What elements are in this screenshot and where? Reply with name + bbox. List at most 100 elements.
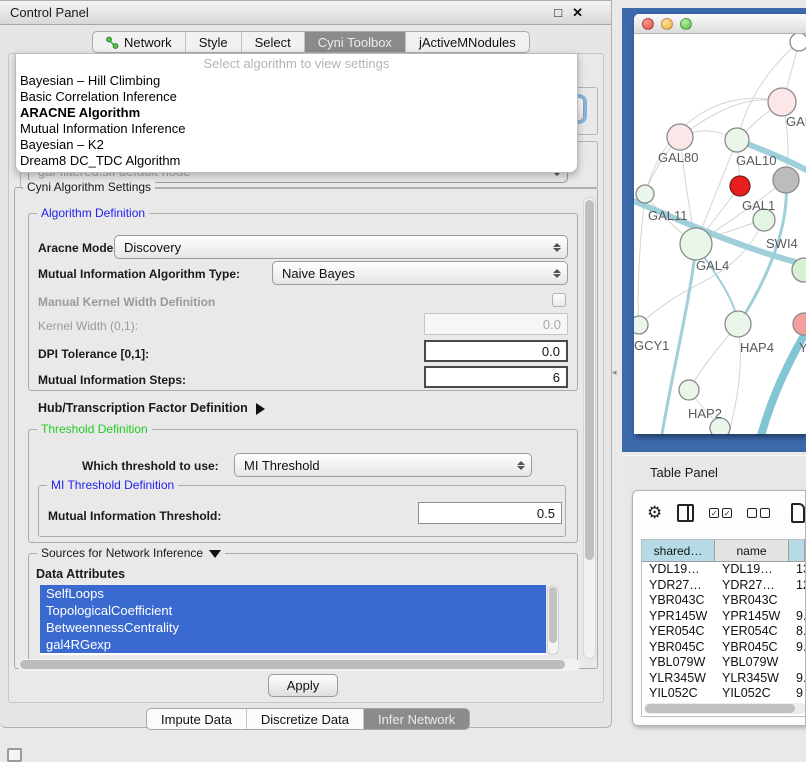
table-row[interactable]: YDR27…YDR27…12 bbox=[642, 578, 805, 594]
zoom-traffic-light-icon[interactable] bbox=[680, 18, 692, 30]
table-horizontal-scrollbar[interactable] bbox=[644, 703, 805, 714]
threshold-definition-title: Threshold Definition bbox=[37, 422, 152, 436]
minimize-traffic-light-icon[interactable] bbox=[661, 18, 673, 30]
network-canvas[interactable]: GAL GAL80 GAL10 GAL11 GAL1 SWI4 GAL4 GCY… bbox=[634, 34, 806, 434]
tab-network[interactable]: Network bbox=[93, 32, 186, 52]
dropdown-item[interactable]: Bayesian – Hill Climbing bbox=[16, 73, 577, 89]
manual-kernel-checkbox[interactable] bbox=[552, 293, 566, 307]
node-table: shared… name YDL19…YDL19…13 YDR27…YDR27…… bbox=[641, 539, 805, 717]
tab-cyni-toolbox[interactable]: Cyni Toolbox bbox=[305, 32, 406, 52]
expand-right-icon bbox=[256, 403, 265, 415]
tab-select[interactable]: Select bbox=[242, 32, 305, 52]
table-row[interactable]: YBL079WYBL079W bbox=[642, 655, 805, 671]
tab-style[interactable]: Style bbox=[186, 32, 242, 52]
mi-steps-field[interactable]: 6 bbox=[424, 366, 568, 388]
sources-title: Sources for Network Inference bbox=[41, 546, 203, 560]
kernel-width-label: Kernel Width (0,1): bbox=[38, 319, 138, 333]
svg-text:GAL80: GAL80 bbox=[658, 150, 698, 165]
table-body: YDL19…YDL19…13 YDR27…YDR27…12 YBR043CYBR… bbox=[642, 562, 805, 702]
attribute-item[interactable]: BetweennessCentrality bbox=[40, 619, 546, 636]
control-panel-titlebar[interactable]: Control Panel □ ✕ bbox=[0, 1, 611, 25]
tab-impute-data-label: Impute Data bbox=[161, 712, 232, 727]
dropdown-item-highlighted[interactable]: ARACNE Algorithm bbox=[16, 105, 577, 121]
columns-icon[interactable] bbox=[677, 504, 694, 522]
svg-text:HAP4: HAP4 bbox=[740, 340, 774, 355]
sources-toggle[interactable]: Sources for Network Inference bbox=[37, 546, 225, 560]
dropdown-placeholder: Select algorithm to view settings bbox=[16, 54, 577, 73]
table-row[interactable]: YLR345WYLR345W9. bbox=[642, 671, 805, 687]
table-row[interactable]: YPR145WYPR145W9. bbox=[642, 609, 805, 625]
mi-type-value: Naive Bayes bbox=[282, 266, 355, 281]
hub-definition-toggle[interactable]: Hub/Transcription Factor Definition bbox=[38, 401, 265, 415]
bottom-left-panel-icon[interactable] bbox=[7, 748, 22, 762]
float-window-icon[interactable]: □ bbox=[554, 5, 562, 21]
settings-vertical-scrollbar[interactable] bbox=[583, 197, 596, 659]
column-header-cropped[interactable] bbox=[789, 540, 805, 561]
node-gray bbox=[773, 167, 799, 193]
tab-discretize-data[interactable]: Discretize Data bbox=[247, 709, 364, 729]
control-panel-tabbar: Network Style Select Cyni Toolbox jActiv… bbox=[92, 31, 530, 53]
gear-icon[interactable]: ⚙ bbox=[647, 503, 662, 523]
document-icon[interactable] bbox=[791, 503, 805, 523]
tab-discretize-data-label: Discretize Data bbox=[261, 712, 349, 727]
network-window[interactable]: GAL GAL80 GAL10 GAL11 GAL1 SWI4 GAL4 GCY… bbox=[634, 14, 806, 434]
mi-threshold-value: 0.5 bbox=[537, 506, 555, 521]
node-gal80 bbox=[667, 124, 693, 150]
node-hap4 bbox=[725, 311, 751, 337]
table-row[interactable]: YBR045CYBR045C9. bbox=[642, 640, 805, 656]
select-all-icon[interactable]: ✓✓ bbox=[709, 508, 732, 518]
table-panel-bar[interactable]: Table Panel bbox=[622, 455, 806, 489]
tab-infer-network-label: Infer Network bbox=[378, 712, 455, 727]
tab-jactivemnodules[interactable]: jActiveMNodules bbox=[406, 32, 529, 52]
network-icon bbox=[106, 36, 119, 49]
which-threshold-label: Which threshold to use: bbox=[82, 459, 219, 473]
table-row[interactable]: YIL052CYIL052C9 bbox=[642, 686, 805, 702]
node-gcy1 bbox=[634, 316, 648, 334]
which-threshold-value: MI Threshold bbox=[244, 458, 320, 473]
svg-text:GAL10: GAL10 bbox=[736, 153, 776, 168]
dropdown-item[interactable]: Basic Correlation Inference bbox=[16, 89, 577, 105]
tab-impute-data[interactable]: Impute Data bbox=[147, 709, 247, 729]
svg-text:GAL4: GAL4 bbox=[696, 258, 729, 273]
network-window-titlebar[interactable] bbox=[634, 14, 806, 34]
attribute-item[interactable]: gal4RGexp bbox=[40, 636, 546, 653]
aracne-mode-combo[interactable]: Discovery bbox=[114, 235, 568, 259]
column-header-shared-name[interactable]: shared… bbox=[642, 540, 715, 561]
kernel-width-field[interactable]: 0.0 bbox=[424, 313, 568, 335]
mi-threshold-field[interactable]: 0.5 bbox=[418, 502, 562, 524]
tab-style-label: Style bbox=[199, 35, 228, 50]
column-header-name[interactable]: name bbox=[715, 540, 789, 561]
tab-select-label: Select bbox=[255, 35, 291, 50]
svg-text:GAL1: GAL1 bbox=[742, 198, 775, 213]
which-threshold-combo[interactable]: MI Threshold bbox=[234, 453, 532, 477]
attribute-item[interactable]: SelfLoops bbox=[40, 585, 546, 602]
dropdown-item[interactable]: Dream8 DC_TDC Algorithm bbox=[16, 153, 577, 169]
settings-horizontal-scrollbar[interactable] bbox=[18, 659, 580, 671]
stepper-icon bbox=[550, 239, 563, 255]
table-panel-window: ⚙ ✓✓ shared… name YDL19…YDL19…13 YDR27…Y… bbox=[632, 490, 806, 726]
attributes-scrollbar[interactable] bbox=[547, 585, 559, 655]
node-y bbox=[793, 313, 806, 335]
dropdown-item[interactable]: Mutual Information Inference bbox=[16, 121, 577, 137]
stepper-icon bbox=[514, 457, 527, 473]
node bbox=[790, 34, 806, 51]
tab-infer-network[interactable]: Infer Network bbox=[364, 709, 469, 729]
dpi-tolerance-field[interactable]: 0.0 bbox=[424, 340, 568, 362]
mi-type-combo[interactable]: Naive Bayes bbox=[272, 261, 568, 285]
node-gal10 bbox=[725, 128, 749, 152]
dropdown-item[interactable]: Bayesian – K2 bbox=[16, 137, 577, 153]
close-traffic-light-icon[interactable] bbox=[642, 18, 654, 30]
deselect-all-icon[interactable] bbox=[747, 508, 770, 518]
table-toolbar: ⚙ ✓✓ bbox=[633, 491, 805, 535]
mi-steps-label: Mutual Information Steps: bbox=[38, 373, 186, 387]
table-row[interactable]: YBR043CYBR043C bbox=[642, 593, 805, 609]
apply-button[interactable]: Apply bbox=[268, 674, 338, 697]
close-window-icon[interactable]: ✕ bbox=[572, 5, 583, 21]
bottom-tabbar: Impute Data Discretize Data Infer Networ… bbox=[146, 708, 470, 730]
panel-collapse-handle[interactable]: ◂ bbox=[612, 367, 617, 378]
table-row[interactable]: YER054CYER054C8. bbox=[642, 624, 805, 640]
settings-group-title: Cyni Algorithm Settings bbox=[23, 180, 155, 194]
attribute-item[interactable]: TopologicalCoefficient bbox=[40, 602, 546, 619]
table-row[interactable]: YDL19…YDL19…13 bbox=[642, 562, 805, 578]
aracne-mode-value: Discovery bbox=[124, 240, 181, 255]
